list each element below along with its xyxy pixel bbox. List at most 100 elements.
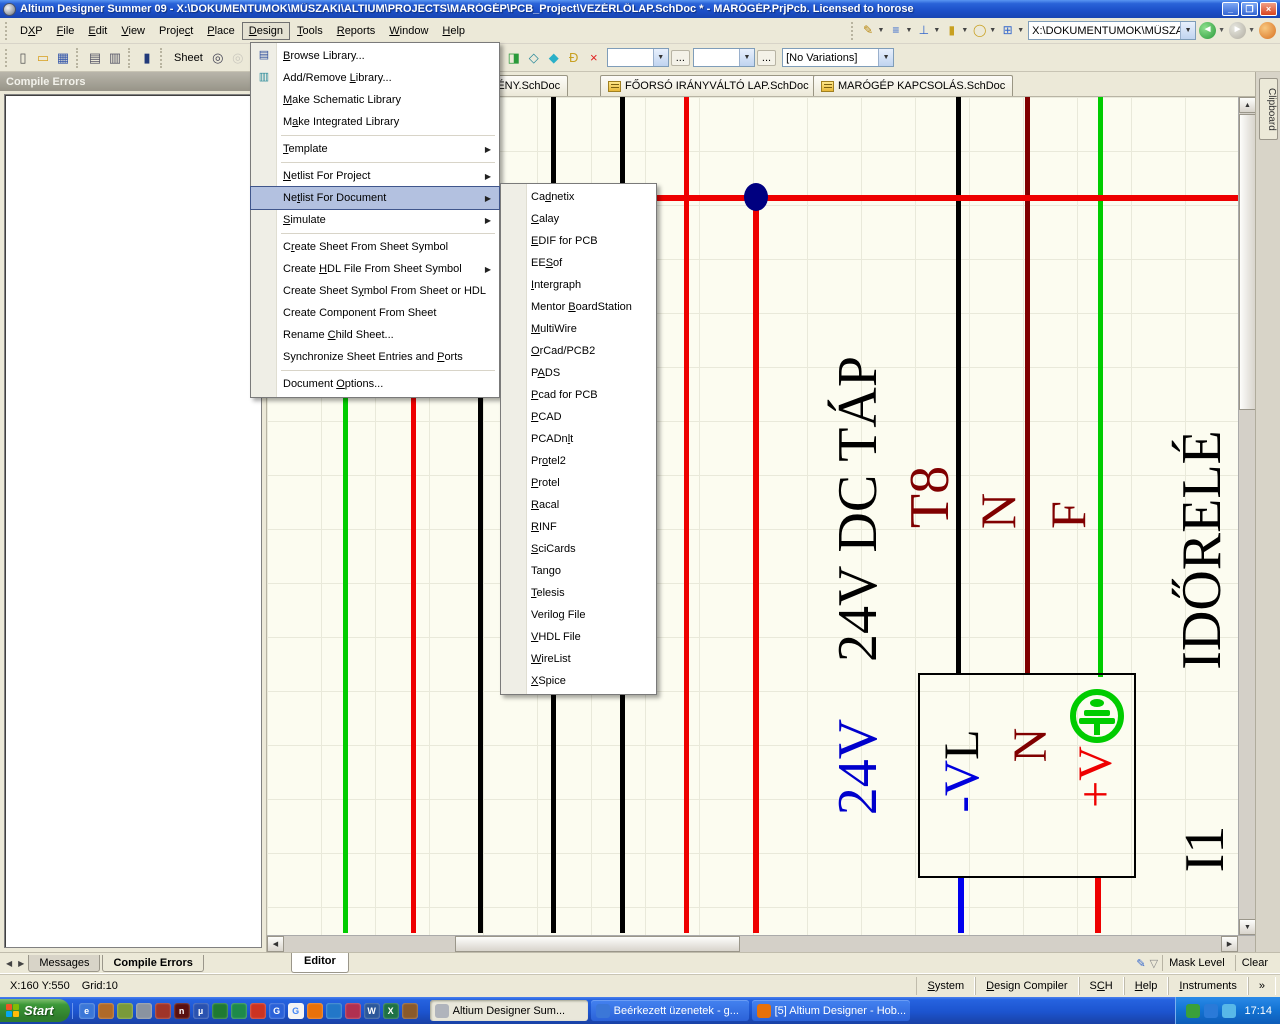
variations-combo[interactable]: [No Variations] ▼: [782, 48, 895, 67]
component-combo[interactable]: ▼: [606, 48, 669, 67]
submenu-item-pads[interactable]: PADS: [501, 362, 656, 384]
phone-icon[interactable]: [135, 1002, 152, 1019]
menu-item-simulate[interactable]: Simulate ▶: [251, 209, 499, 231]
minimize-button[interactable]: _: [1222, 2, 1239, 16]
compile-errors-list[interactable]: [4, 94, 262, 948]
place-port-icon[interactable]: ◇: [524, 48, 544, 68]
menubar-item-help[interactable]: Help: [435, 22, 472, 40]
schematic-wire[interactable]: [1098, 97, 1103, 677]
browse-ellipsis-button[interactable]: ...: [756, 49, 777, 66]
menubar-item-dxp[interactable]: DXP: [13, 22, 50, 40]
wire-junction-dot[interactable]: [744, 183, 768, 211]
menu-item-netlist-for-document[interactable]: Netlist For Document ▶: [250, 186, 500, 210]
save-icon[interactable]: [344, 1002, 361, 1019]
shield-tray-icon[interactable]: [1186, 1003, 1201, 1018]
forward-dropdown-icon[interactable]: ▼: [1247, 27, 1256, 34]
back-dropdown-icon[interactable]: ▼: [1217, 27, 1226, 34]
schematic-label-24v-dc-t-p[interactable]: 24V DC TÁP: [827, 356, 889, 662]
word-icon[interactable]: W: [363, 1002, 380, 1019]
toolbar-grip[interactable]: [5, 48, 10, 67]
filter-icon[interactable]: ▽: [1150, 957, 1158, 970]
schematic-label-n[interactable]: N: [970, 493, 1026, 529]
task-button-5-altium-designer-hob[interactable]: [5] Altium Designer - Hob...: [751, 1000, 910, 1021]
submenu-item-vhdl-file[interactable]: VHDL File: [501, 626, 656, 648]
status-button-[interactable]: »: [1247, 976, 1276, 995]
grid-tool-icon[interactable]: ⊞: [999, 22, 1016, 39]
chevron-down-icon[interactable]: ▼: [960, 27, 969, 34]
status-button-instruments[interactable]: Instruments: [1168, 976, 1248, 995]
document-path-combo[interactable]: X:\DOKUMENTUMOK\MŰSZAKI\ALTIUM ▼: [1028, 21, 1197, 40]
schematic-wire[interactable]: [956, 97, 961, 675]
menu-item-template[interactable]: Template ▶: [251, 138, 499, 160]
chevron-down-icon[interactable]: ▼: [1016, 27, 1025, 34]
submenu-item-eesof[interactable]: EESof: [501, 252, 656, 274]
schematic-wire[interactable]: [958, 876, 964, 933]
component-combo[interactable]: ▼: [692, 48, 755, 67]
document-tab-f-ors-ir-nyv-lt-lap-schdoc[interactable]: FŐORSÓ IRÁNYVÁLTÓ LAP.SchDoc: [600, 75, 817, 96]
clear-button[interactable]: Clear: [1234, 955, 1274, 971]
menubar-item-project[interactable]: Project: [152, 22, 200, 40]
nero-icon[interactable]: n: [173, 1002, 190, 1019]
align-tool-icon[interactable]: ≡: [887, 22, 904, 39]
new-document-icon[interactable]: ▯: [13, 48, 33, 68]
submenu-item-mentor-boardstation[interactable]: Mentor BoardStation: [501, 296, 656, 318]
restore-button[interactable]: ❐: [1241, 2, 1258, 16]
menu-item-rename-child-sheet[interactable]: Rename Child Sheet...: [251, 324, 499, 346]
tools-icon[interactable]: [116, 1002, 133, 1019]
submenu-item-pcad-for-pcb[interactable]: Pcad for PCB: [501, 384, 656, 406]
chevron-down-icon[interactable]: ▼: [1180, 22, 1196, 39]
firefox-icon[interactable]: [306, 1002, 323, 1019]
status-button-sch[interactable]: SCH: [1078, 976, 1124, 995]
chevron-down-icon[interactable]: ▼: [904, 27, 913, 34]
menu-item-browse-library[interactable]: ▤ Browse Library...: [251, 45, 499, 67]
task-button-be-rkezett-zenetek-g[interactable]: Beérkezett üzenetek - g...: [590, 1000, 749, 1021]
submenu-item-wirelist[interactable]: WireList: [501, 648, 656, 670]
menubar-grip[interactable]: [5, 21, 10, 40]
chevron-down-icon[interactable]: ▼: [877, 27, 886, 34]
submenu-item-edif-for-pcb[interactable]: EDIF for PCB: [501, 230, 656, 252]
menubar-item-file[interactable]: File: [50, 22, 82, 40]
submenu-item-racal[interactable]: Racal: [501, 494, 656, 516]
menubar-item-design[interactable]: Design: [241, 21, 291, 40]
menubar-item-view[interactable]: View: [114, 22, 152, 40]
forward-button[interactable]: ►: [1229, 22, 1247, 39]
no-erc-icon[interactable]: ×: [584, 48, 604, 68]
menu-item-document-options[interactable]: Document Options...: [251, 373, 499, 395]
tab-scroll-right-icon[interactable]: ▶: [16, 959, 26, 968]
print-icon[interactable]: ▤: [85, 48, 105, 68]
pin-icon[interactable]: [249, 1002, 266, 1019]
power-source-tool-icon[interactable]: ⊥: [915, 22, 932, 39]
scroll-left-icon[interactable]: ◀: [267, 936, 284, 952]
toolbar-grip[interactable]: [850, 21, 856, 40]
menu-item-create-component-from-sheet[interactable]: Create Component From Sheet: [251, 302, 499, 324]
messenger-icon[interactable]: [325, 1002, 342, 1019]
schematic-wire[interactable]: [1095, 876, 1101, 933]
scroll-right-icon[interactable]: ▶: [1221, 936, 1238, 952]
google-icon[interactable]: G: [287, 1002, 304, 1019]
panel-header[interactable]: Compile Errors ▼: [0, 72, 266, 91]
submenu-item-intergraph[interactable]: Intergraph: [501, 274, 656, 296]
status-button-system[interactable]: System: [916, 976, 976, 995]
document-tab-mar-g-p-kapcsol-s-schdoc[interactable]: MARÓGÉP KAPCSOLÁS.SchDoc: [813, 75, 1014, 96]
panel-tab-messages[interactable]: Messages: [28, 954, 101, 972]
earth-ground-symbol[interactable]: [1067, 686, 1127, 746]
tab-scroll-left-icon[interactable]: ◀: [4, 959, 14, 968]
schematic-label-id-rel[interactable]: IDŐRELÉ: [1171, 430, 1233, 670]
menu-item-create-sheet-symbol-from-sheet-or-hdl[interactable]: Create Sheet Symbol From Sheet or HDL: [251, 280, 499, 302]
menu-item-create-sheet-from-sheet-symbol[interactable]: Create Sheet From Sheet Symbol: [251, 236, 499, 258]
submenu-item-calay[interactable]: Calay: [501, 208, 656, 230]
menubar-item-window[interactable]: Window: [382, 22, 435, 40]
chevron-down-icon[interactable]: ▼: [652, 49, 668, 66]
open-document-icon[interactable]: ▭: [33, 48, 53, 68]
part-tool-icon[interactable]: ▮: [943, 22, 960, 39]
schematic-label-i1[interactable]: I1: [1174, 826, 1236, 873]
panel-tab-compile-errors[interactable]: Compile Errors: [102, 954, 204, 972]
schematic-label-vl[interactable]: -VL: [933, 729, 989, 812]
submenu-item-scicards[interactable]: SciCards: [501, 538, 656, 560]
excel-icon[interactable]: X: [382, 1002, 399, 1019]
submenu-item-multiwire[interactable]: MultiWire: [501, 318, 656, 340]
chevron-down-icon[interactable]: ▼: [932, 27, 941, 34]
clipboard-panel-tab[interactable]: Clipboard: [1259, 78, 1278, 140]
ie-icon[interactable]: e: [78, 1002, 95, 1019]
schematic-label-n[interactable]: N: [1004, 728, 1057, 763]
